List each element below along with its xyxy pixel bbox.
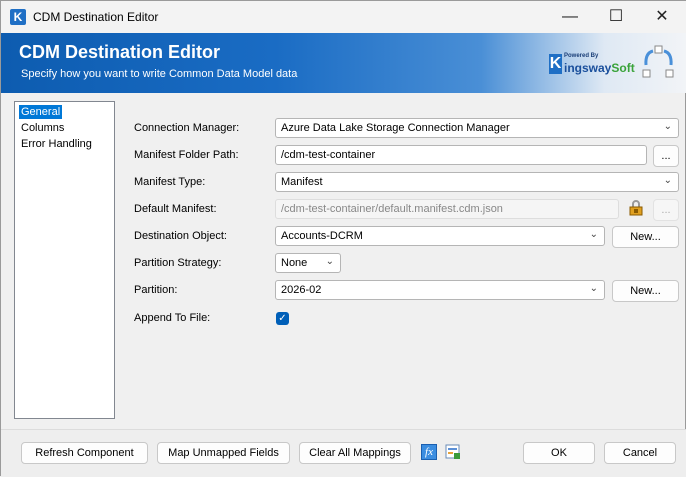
kingswaysoft-logo: K Powered By ingswaySoft bbox=[549, 53, 635, 75]
new-destination-object-button[interactable]: New... bbox=[612, 226, 679, 248]
banner-title: CDM Destination Editor bbox=[19, 42, 220, 62]
browse-manifest-button: ... bbox=[653, 199, 679, 221]
default-manifest-label: Default Manifest: bbox=[134, 203, 217, 215]
chevron-down-icon: ⌄ bbox=[325, 256, 334, 267]
connection-manager-label: Connection Manager: bbox=[134, 122, 240, 134]
append-to-file-checkbox[interactable]: ✓ bbox=[276, 312, 289, 325]
append-to-file-label: Append To File: bbox=[134, 312, 211, 324]
connection-manager-select[interactable]: Azure Data Lake Storage Connection Manag… bbox=[275, 118, 679, 138]
ok-button[interactable]: OK bbox=[523, 442, 595, 464]
maximize-button[interactable]: ☐ bbox=[593, 1, 639, 33]
manifest-folder-path-input[interactable]: /cdm-test-container bbox=[275, 145, 647, 165]
manifest-folder-path-label: Manifest Folder Path: bbox=[134, 149, 239, 161]
manifest-type-label: Manifest Type: bbox=[134, 176, 206, 188]
chevron-down-icon: ⌄ bbox=[663, 121, 672, 132]
window-title: CDM Destination Editor bbox=[33, 10, 159, 24]
manifest-type-select[interactable]: Manifest ⌄ bbox=[275, 172, 679, 192]
close-button[interactable]: ✕ bbox=[639, 1, 685, 33]
fx-expression-icon[interactable]: fx bbox=[421, 444, 437, 460]
nav-item-general[interactable]: General bbox=[19, 105, 63, 119]
nav-item-error-handling[interactable]: Error Handling bbox=[19, 137, 94, 151]
minimize-button[interactable]: — bbox=[547, 1, 593, 33]
refresh-component-button[interactable]: Refresh Component bbox=[21, 442, 148, 464]
nav-list: General Columns Error Handling bbox=[14, 101, 115, 419]
destination-object-label: Destination Object: bbox=[134, 230, 227, 242]
chevron-down-icon: ⌄ bbox=[589, 229, 598, 240]
lock-icon[interactable] bbox=[628, 200, 644, 216]
mapping-grid-icon[interactable] bbox=[445, 444, 461, 460]
nav-item-columns[interactable]: Columns bbox=[19, 121, 66, 135]
new-partition-button[interactable]: New... bbox=[612, 280, 679, 302]
destination-object-select[interactable]: Accounts-DCRM ⌄ bbox=[275, 226, 605, 246]
chevron-down-icon: ⌄ bbox=[589, 283, 598, 294]
app-icon: K bbox=[10, 9, 26, 25]
sync-icon bbox=[642, 45, 674, 78]
partition-label: Partition: bbox=[134, 284, 178, 296]
partition-strategy-label: Partition Strategy: bbox=[134, 257, 222, 269]
cancel-button[interactable]: Cancel bbox=[604, 442, 676, 464]
map-unmapped-fields-button[interactable]: Map Unmapped Fields bbox=[157, 442, 290, 464]
chevron-down-icon: ⌄ bbox=[663, 175, 672, 186]
clear-all-mappings-button[interactable]: Clear All Mappings bbox=[299, 442, 411, 464]
partition-select[interactable]: 2026-02 ⌄ bbox=[275, 280, 605, 300]
partition-strategy-select[interactable]: None ⌄ bbox=[275, 253, 341, 273]
default-manifest-input: /cdm-test-container/default.manifest.cdm… bbox=[275, 199, 619, 219]
browse-folder-button[interactable]: ... bbox=[653, 145, 679, 167]
banner-subtitle: Specify how you want to write Common Dat… bbox=[21, 68, 298, 80]
